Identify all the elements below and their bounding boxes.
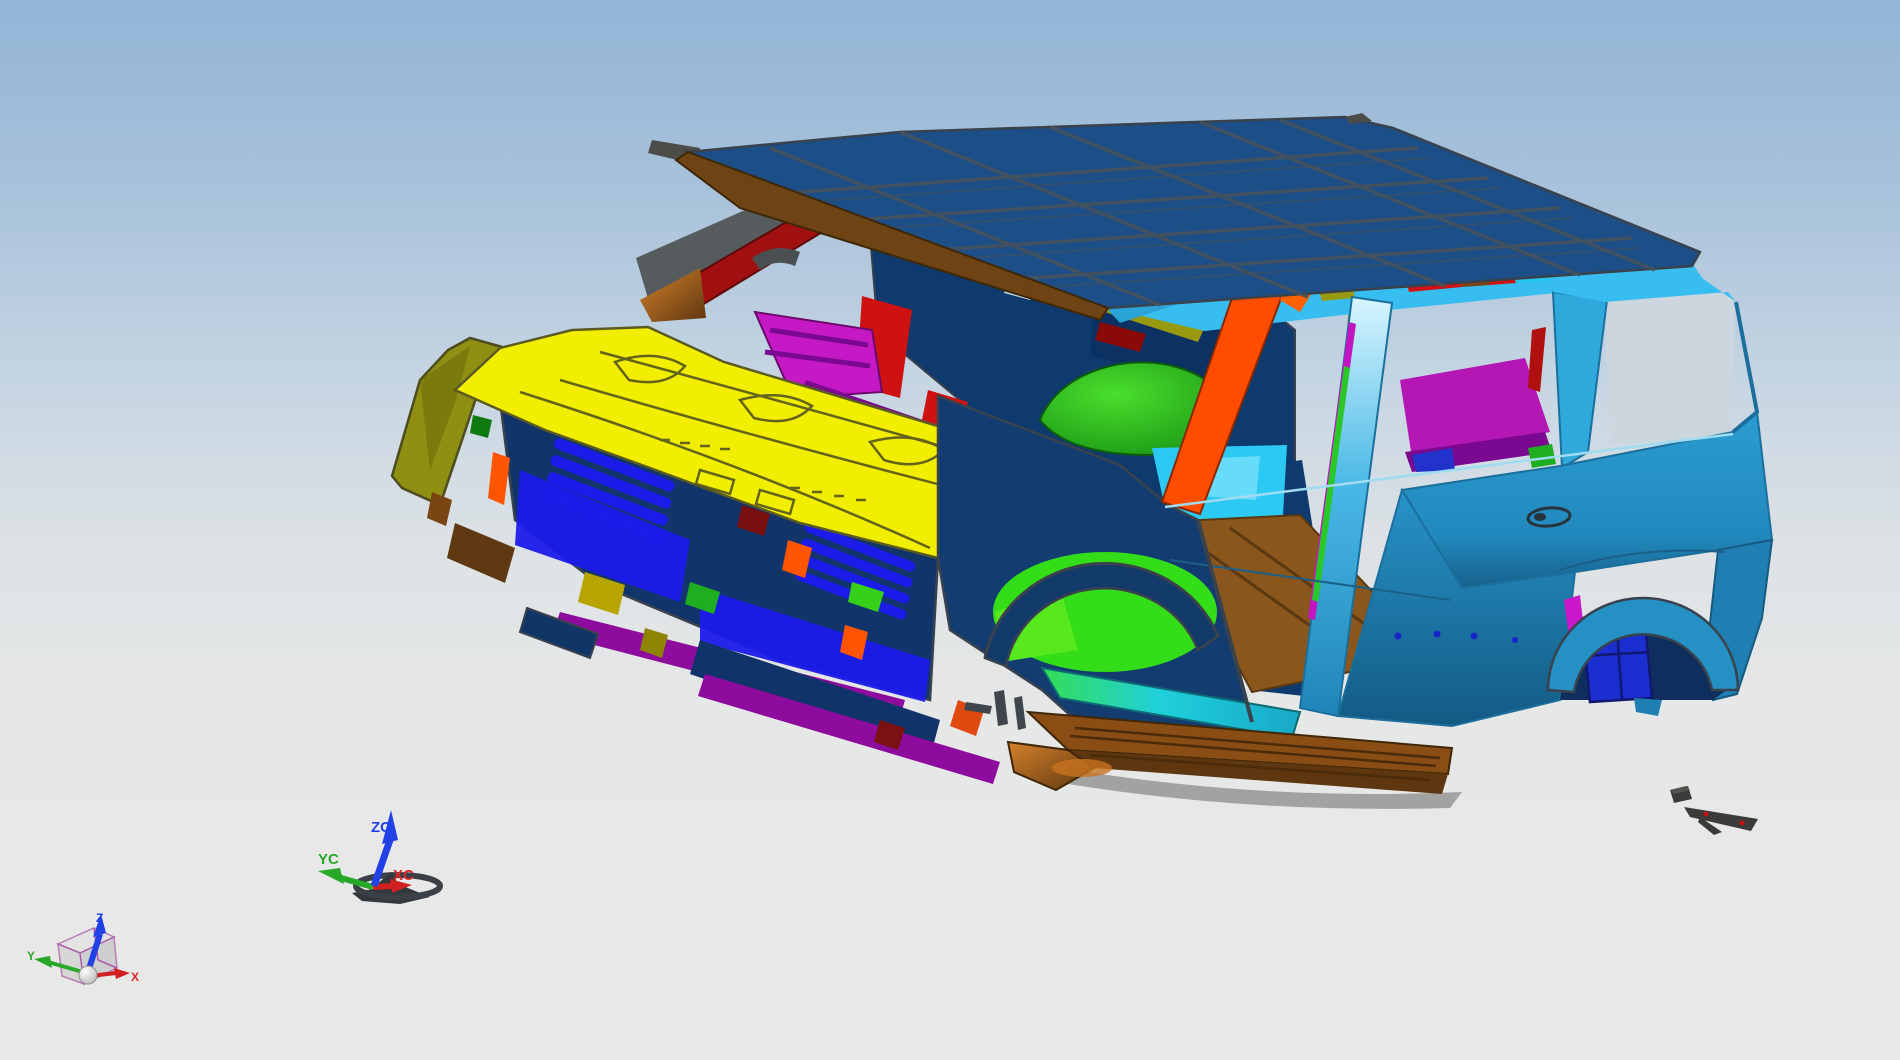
abs-y-label: Y [27,949,35,963]
arch-tab [1634,698,1662,716]
quarter-window-glassless [1605,292,1736,444]
abs-y-arrowhead[interactable] [34,956,52,968]
c-pillar[interactable] [1551,290,1609,470]
liftgate-frame [1731,301,1760,434]
model-canvas[interactable]: ZC YC XC Z Y X [0,0,1900,1060]
board-copper-highlight [1052,759,1112,777]
absolute-triad[interactable]: Z Y X [27,911,139,986]
rear-wheel-arch[interactable] [1546,595,1740,716]
quarter-inner-red [1528,327,1546,392]
debris-dot-2 [1739,820,1745,826]
wcs-y-label: YC [318,851,339,868]
wcs-y-arrowhead[interactable] [318,868,344,884]
debris-dot-1 [1703,811,1709,817]
cad-viewport[interactable]: ZC YC XC Z Y X [0,0,1900,1060]
debris-sliver[interactable] [1684,807,1758,831]
wcs-triad[interactable]: ZC YC XC [318,810,443,904]
shelf-green-sliver [1528,444,1556,468]
loose-parts[interactable] [1670,786,1758,835]
abs-x-label: X [131,970,139,984]
abs-x-arrowhead[interactable] [114,968,130,979]
wcs-x-label: XC [393,867,414,884]
wcs-z-label: ZC [371,819,391,836]
abs-z-label: Z [96,911,103,925]
abs-origin-sphere[interactable] [78,965,98,985]
